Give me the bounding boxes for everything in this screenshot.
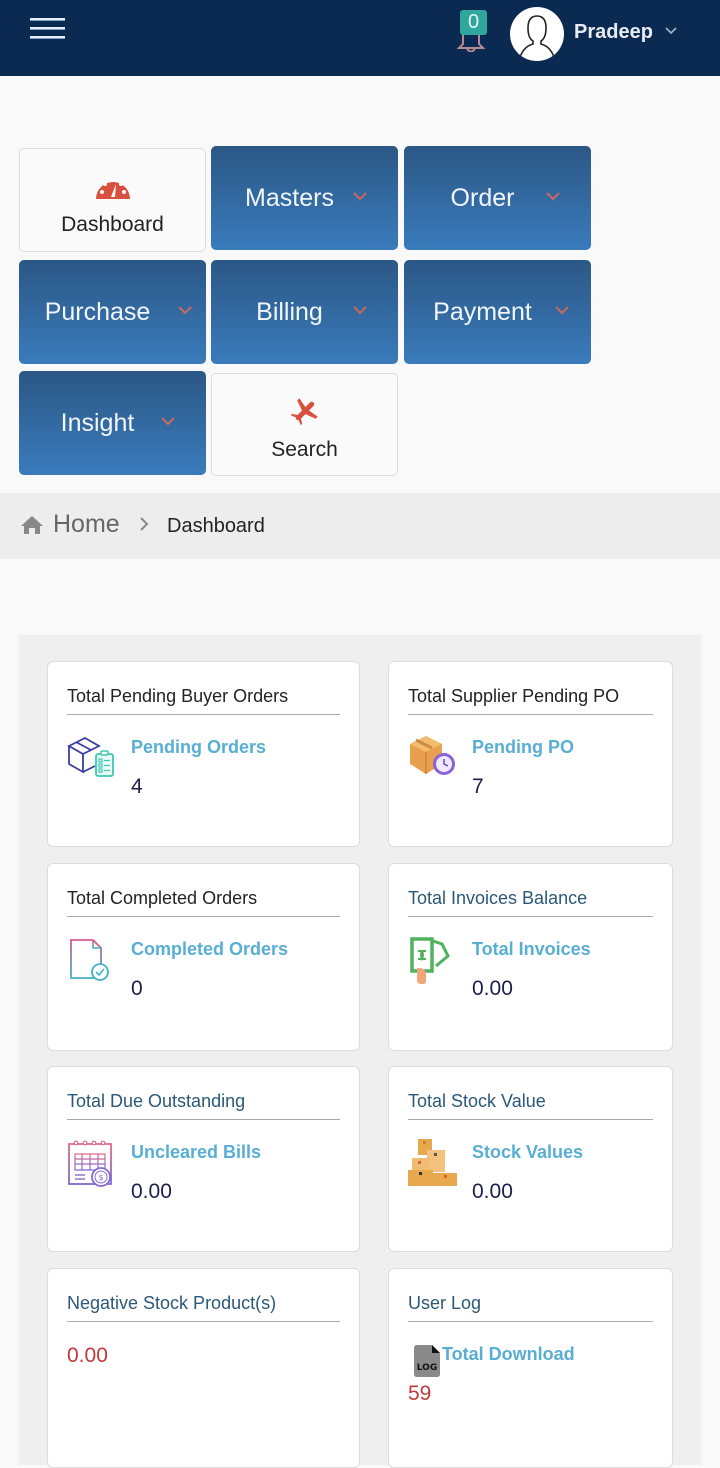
total-invoices-value: 0.00	[472, 977, 513, 1000]
menu-purchase-button[interactable]: Purchase	[19, 260, 206, 364]
divider	[408, 916, 653, 917]
completed-orders-value: 0	[131, 977, 143, 1000]
card-stock-value: Total Stock Value Stock Values 0.00	[388, 1066, 673, 1252]
card-title: User Log	[408, 1293, 482, 1313]
stacked-boxes-icon	[408, 1139, 457, 1186]
pending-po-value: 7	[472, 775, 484, 798]
menu-insight-label: Insight	[60, 408, 135, 437]
menu-insight-button[interactable]: Insight	[19, 371, 206, 475]
card-title: Total Stock Value	[408, 1091, 546, 1111]
box-checklist-icon	[67, 736, 114, 777]
box-clock-icon	[410, 736, 455, 775]
card-due-outstanding: Total Due Outstanding $ Uncleared Bills …	[47, 1066, 360, 1252]
menu-dashboard-button[interactable]: Dashboard	[19, 148, 206, 252]
stock-values-link[interactable]: Stock Values	[472, 1142, 583, 1163]
hamburger-menu-icon[interactable]	[30, 18, 65, 42]
card-title: Total Pending Buyer Orders	[67, 686, 289, 706]
menu-billing-label: Billing	[256, 297, 323, 326]
divider	[67, 916, 340, 917]
chevron-down-icon	[555, 306, 569, 315]
user-name[interactable]: Pradeep	[574, 21, 653, 44]
user-avatar-icon	[518, 15, 556, 61]
card-user-log: User Log LOG Total Download 59	[388, 1268, 673, 1468]
chevron-right-icon	[140, 517, 149, 531]
divider	[408, 1321, 653, 1322]
top-navbar: 0 Pradeep	[0, 0, 720, 76]
log-file-icon: LOG	[414, 1345, 440, 1377]
card-title: Total Supplier Pending PO	[408, 686, 620, 706]
menu-billing-button[interactable]: Billing	[211, 260, 398, 364]
cash-hand-icon	[410, 937, 450, 984]
menu-order-button[interactable]: Order	[404, 146, 591, 250]
divider	[67, 714, 340, 715]
divider	[408, 714, 653, 715]
divider	[67, 1321, 340, 1322]
card-title: Total Invoices Balance	[408, 888, 588, 908]
stock-values-value: 0.00	[472, 1180, 513, 1203]
total-download-value: 59	[408, 1382, 432, 1405]
card-negative-stock: Negative Stock Product(s) 0.00	[47, 1268, 360, 1468]
calendar-dollar-icon: $	[68, 1140, 112, 1187]
chevron-down-icon[interactable]	[664, 24, 678, 38]
total-invoices-link[interactable]: Total Invoices	[472, 939, 591, 960]
chevron-down-icon	[161, 417, 175, 426]
menu-dashboard-label: Dashboard	[61, 213, 164, 236]
pending-orders-value: 4	[131, 775, 143, 798]
menu-search-button[interactable]: Search	[211, 373, 398, 476]
menu-search-label: Search	[271, 438, 338, 461]
home-icon[interactable]	[20, 515, 44, 535]
card-invoices-balance: Total Invoices Balance Total Invoices 0.…	[388, 863, 673, 1051]
svg-text:LOG: LOG	[417, 1363, 437, 1373]
chevron-down-icon	[546, 192, 560, 201]
divider	[67, 1119, 340, 1120]
dashboard-gauge-icon	[95, 178, 130, 199]
negative-stock-value[interactable]: 0.00	[67, 1344, 108, 1368]
card-completed-orders: Total Completed Orders Completed Orders …	[47, 863, 360, 1051]
menu-masters-button[interactable]: Masters	[211, 146, 398, 250]
chevron-down-icon	[353, 306, 367, 315]
card-pending-buyer-orders: Total Pending Buyer Orders Pending Order…	[47, 661, 360, 847]
breadcrumb-current: Dashboard	[167, 515, 265, 537]
document-check-icon	[70, 939, 109, 981]
uncleared-bills-value: 0.00	[131, 1180, 172, 1203]
card-title: Negative Stock Product(s)	[67, 1293, 277, 1313]
card-supplier-pending-po: Total Supplier Pending PO Pending PO 7	[388, 661, 673, 847]
completed-orders-link[interactable]: Completed Orders	[131, 939, 288, 960]
chevron-down-icon	[178, 306, 192, 315]
card-title: Total Completed Orders	[67, 888, 258, 908]
breadcrumb-home-link[interactable]: Home	[53, 510, 120, 539]
uncleared-bills-link[interactable]: Uncleared Bills	[131, 1142, 261, 1163]
menu-masters-label: Masters	[245, 183, 334, 212]
user-avatar[interactable]	[510, 7, 564, 61]
chevron-down-icon	[353, 192, 367, 201]
svg-text:$: $	[98, 1173, 103, 1182]
pending-orders-link[interactable]: Pending Orders	[131, 737, 266, 758]
card-title: Total Due Outstanding	[67, 1091, 246, 1111]
airplane-icon	[290, 398, 318, 426]
menu-order-label: Order	[450, 183, 515, 212]
menu-payment-button[interactable]: Payment	[404, 260, 591, 364]
total-download-link[interactable]: Total Download	[442, 1344, 575, 1365]
pending-po-link[interactable]: Pending PO	[472, 737, 574, 758]
divider	[408, 1119, 653, 1120]
notification-badge: 0	[460, 10, 487, 35]
breadcrumb: Home Dashboard	[0, 493, 720, 559]
